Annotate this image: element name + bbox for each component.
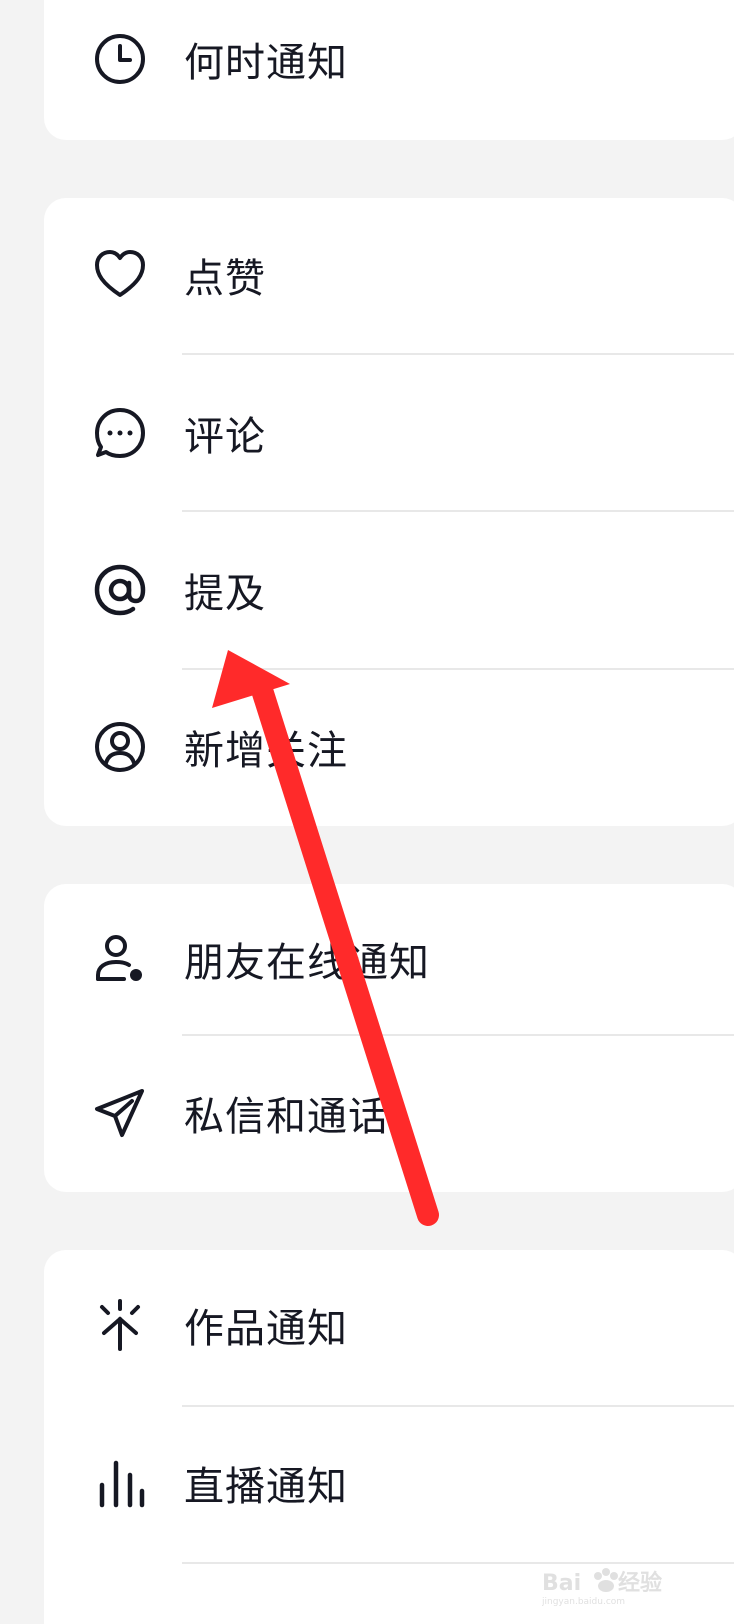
settings-row-comments[interactable]: 评论 <box>44 352 734 514</box>
settings-row-label: 评论 <box>184 414 266 460</box>
settings-card-friends: 朋友在线通知 私信和通话 <box>44 884 734 1192</box>
notification-settings-page: 何时通知 点赞 评论 提及 新增关注 朋友在线通知 私信和通话 作品通知 直播通… <box>0 0 734 1624</box>
settings-row-works[interactable]: 作品通知 <box>44 1244 734 1406</box>
settings-card-timing: 何时通知 <box>44 0 734 140</box>
user-circle-icon <box>92 719 148 775</box>
clock-icon <box>92 31 148 87</box>
settings-row-label: 何时通知 <box>184 40 348 86</box>
comment-icon <box>92 405 148 461</box>
baidu-watermark-logo: Bai 经验 jingyan.baidu.com <box>542 1568 662 1606</box>
settings-row-mentions[interactable]: 提及 <box>44 509 734 671</box>
settings-row-label: 私信和通话 <box>184 1094 389 1140</box>
settings-row-label: 直播通知 <box>184 1464 348 1510</box>
settings-row-label: 作品通知 <box>184 1306 348 1352</box>
settings-row-label: 新增关注 <box>184 728 348 774</box>
send-icon <box>92 1085 148 1141</box>
settings-card-interactions: 点赞 评论 提及 新增关注 <box>44 198 734 826</box>
svg-text:Bai: Bai <box>542 1571 581 1596</box>
settings-row-friends-online[interactable]: 朋友在线通知 <box>44 878 734 1040</box>
settings-row-live[interactable]: 直播通知 <box>44 1402 734 1564</box>
heart-icon <box>92 247 148 303</box>
settings-row-likes[interactable]: 点赞 <box>44 194 734 356</box>
user-online-icon <box>92 931 148 987</box>
at-icon <box>92 562 148 618</box>
settings-row-label: 提及 <box>184 571 266 617</box>
settings-row-label: 点赞 <box>184 256 266 302</box>
bars-icon <box>92 1455 148 1511</box>
settings-row-label: 朋友在线通知 <box>184 940 430 986</box>
svg-text:jingyan.baidu.com: jingyan.baidu.com <box>542 1597 625 1606</box>
settings-row-new-followers[interactable]: 新增关注 <box>44 666 734 828</box>
settings-row-messages-calls[interactable]: 私信和通话 <box>44 1032 734 1194</box>
settings-row-when-notify[interactable]: 何时通知 <box>44 0 734 140</box>
sparkle-icon <box>92 1297 148 1353</box>
svg-text:经验: 经验 <box>618 1570 662 1596</box>
